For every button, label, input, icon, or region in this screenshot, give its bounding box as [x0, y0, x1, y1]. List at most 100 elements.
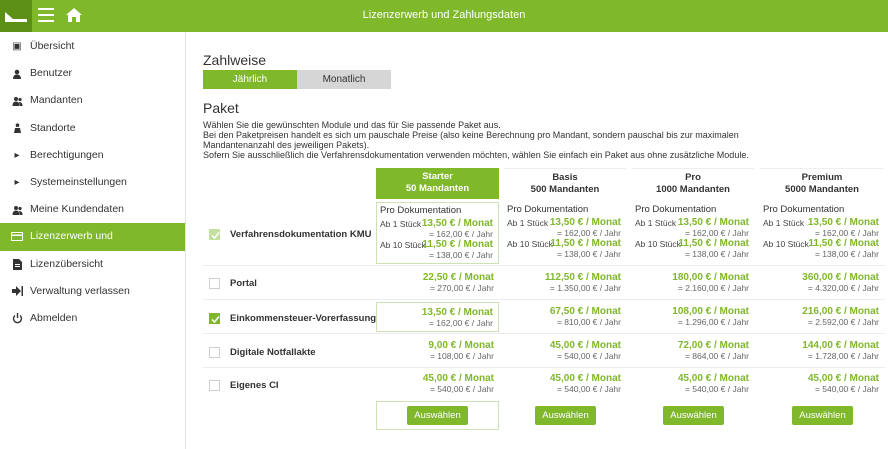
intro-line: Bei den Paketpreisen handelt es sich um …	[203, 130, 739, 140]
section-heading-paket: Paket	[203, 100, 239, 116]
sidebar-item-systemeinstellungen[interactable]: ▸ Systemeinstellungen	[0, 169, 185, 196]
select-starter-button[interactable]: Auswählen	[407, 406, 468, 425]
package-clients: 500 Mandanten	[530, 184, 600, 195]
package-header-premium: Premium 5000 Mandanten	[760, 168, 884, 199]
price-cell-starter: 45,00 € / Monat = 540,00 € / Jahr	[376, 370, 499, 398]
power-icon	[11, 305, 23, 332]
price-cell-pro: 45,00 € / Monat = 540,00 € / Jahr	[632, 370, 754, 398]
sidebar-item-label: Systemeinstellungen	[30, 175, 127, 188]
price-cell-basis: 45,00 € / Monat = 540,00 € / Jahr	[504, 370, 626, 398]
checkbox-einkommensteuer[interactable]	[209, 313, 220, 324]
sidebar-item-abmelden[interactable]: Abmelden	[0, 305, 185, 332]
sidebar-item-berechtigungen[interactable]: ▸ Berechtigungen	[0, 142, 185, 169]
select-cell-basis: Auswählen	[504, 401, 626, 430]
price-cell-pro: 180,00 € / Monat = 2.160,00 € / Jahr	[632, 268, 754, 298]
price-cell-starter: Pro Dokumentation Ab 1 Stück 13,50 € / M…	[376, 202, 499, 264]
customer-icon	[11, 196, 23, 223]
price-cell-premium: 216,00 € / Monat = 2.592,00 € / Jahr	[760, 302, 884, 332]
table-row-eigenes-ci: Eigenes CI 45,00 € / Monat = 540,00 € / J…	[203, 370, 885, 400]
sidebar-item-label: Meine Kundendaten	[30, 203, 124, 216]
doc-title: Pro Dokumentation	[635, 204, 717, 215]
select-premium-button[interactable]: Auswählen	[792, 406, 853, 425]
price-year: = 162,00 € / Jahr	[684, 228, 749, 238]
tier-label: Ab 1 Stück	[763, 218, 805, 228]
sidebar-item-standorte[interactable]: Standorte	[0, 115, 185, 142]
price-month: 67,50 € / Monat	[549, 306, 621, 317]
checkbox-notfallakte[interactable]	[209, 347, 220, 358]
package-header-basis: Basis 500 Mandanten	[504, 168, 626, 199]
price-month: 11,50 € / Monat	[550, 238, 621, 249]
sidebar-item-mandanten[interactable]: Mandanten	[0, 87, 185, 114]
price-month: 180,00 € / Monat	[672, 272, 749, 283]
table-row-portal: Portal 22,50 € / Monat = 270,00 € / Jahr …	[203, 268, 885, 300]
section-heading-zahlweise: Zahlweise	[203, 52, 267, 68]
chevron-right-icon: ▸	[14, 149, 20, 161]
select-pro-button[interactable]: Auswählen	[663, 406, 724, 425]
package-name: Premium	[801, 172, 843, 183]
price-cell-starter: 13,50 € / Monat = 162,00 € / Jahr	[376, 302, 499, 332]
user-icon	[11, 60, 23, 87]
price-month: 13,50 € / Monat	[421, 218, 493, 229]
price-cell-premium: 45,00 € / Monat = 540,00 € / Jahr	[760, 370, 884, 398]
price-cell-pro: 72,00 € / Monat = 864,00 € / Jahr	[632, 336, 754, 366]
price-month: 45,00 € / Monat	[549, 373, 621, 384]
sidebar-item-kundendaten[interactable]: Meine Kundendaten	[0, 196, 185, 223]
price-year: = 540,00 € / Jahr	[684, 384, 749, 394]
module-name: Portal	[230, 278, 257, 289]
price-year: = 2.160,00 € / Jahr	[677, 283, 749, 293]
price-year: = 162,00 € / Jahr	[814, 228, 879, 238]
price-year: = 540,00 € / Jahr	[556, 384, 621, 394]
location-icon	[11, 115, 23, 142]
sidebar-item-verwaltung-verlassen[interactable]: Verwaltung verlassen	[0, 278, 185, 305]
sidebar-item-label: Abmelden	[30, 311, 78, 324]
price-month: 45,00 € / Monat	[549, 340, 621, 351]
price-year: = 4.320,00 € / Jahr	[807, 283, 879, 293]
price-cell-starter: 22,50 € / Monat = 270,00 € / Jahr	[376, 268, 499, 298]
price-cell-pro: 108,00 € / Monat = 1.296,00 € / Jahr	[632, 302, 754, 332]
price-month: 108,00 € / Monat	[672, 306, 749, 317]
price-month: 13,50 € / Monat	[807, 217, 879, 228]
price-month: 9,00 € / Monat	[428, 340, 494, 351]
intro-line: Mandantenanzahl des jeweiligen Pakets).	[203, 140, 370, 150]
sidebar-item-benutzer[interactable]: Benutzer	[0, 60, 185, 87]
sidebar: ▣ Übersicht Benutzer Mandanten Standorte…	[0, 32, 186, 449]
sidebar-item-lizenzuebersicht[interactable]: Lizenzübersicht	[0, 251, 185, 278]
doc-title: Pro Dokumentation	[507, 204, 589, 215]
sidebar-item-uebersicht[interactable]: ▣ Übersicht	[0, 33, 185, 60]
price-year: = 162,00 € / Jahr	[428, 318, 493, 328]
checkbox-verfahrensdokumentation[interactable]	[209, 229, 220, 240]
price-month: 360,00 € / Monat	[802, 272, 879, 283]
toggle-monthly[interactable]: Monatlich	[297, 70, 391, 89]
package-header-starter: Starter 50 Mandanten	[376, 168, 499, 199]
price-year: = 108,00 € / Jahr	[429, 351, 494, 361]
select-cell-premium: Auswählen	[760, 401, 884, 430]
price-year: = 540,00 € / Jahr	[556, 351, 621, 361]
price-cell-basis: 45,00 € / Monat = 540,00 € / Jahr	[504, 336, 626, 366]
tier-label: Ab 10 Stück	[380, 240, 426, 250]
sidebar-item-lizenzerwerb[interactable]: Lizenzerwerb und Zahlungsdaten	[0, 223, 185, 269]
tier-label: Ab 10 Stück	[763, 239, 809, 249]
sidebar-item-label: Standorte	[30, 121, 76, 134]
select-basis-button[interactable]: Auswählen	[535, 406, 596, 425]
credit-card-icon	[11, 223, 23, 250]
tier-label: Ab 1 Stück	[635, 218, 677, 228]
sidebar-item-label: Benutzer	[30, 67, 73, 80]
price-year: = 1.350,00 € / Jahr	[549, 283, 621, 293]
paket-intro: Wählen Sie die gewünschten Module und da…	[203, 120, 883, 160]
toggle-yearly[interactable]: Jährlich	[203, 70, 297, 89]
price-year: = 810,00 € / Jahr	[556, 317, 621, 327]
checkbox-eigenes-ci[interactable]	[209, 380, 220, 391]
tier-label: Ab 10 Stück	[507, 239, 553, 249]
package-name: Basis	[552, 172, 578, 183]
checkbox-portal[interactable]	[209, 278, 220, 289]
sidebar-item-label: Übersicht	[30, 40, 75, 52]
price-year: = 138,00 € / Jahr	[428, 250, 493, 260]
price-cell-starter: 9,00 € / Monat = 108,00 € / Jahr	[376, 336, 499, 366]
package-clients: 50 Mandanten	[405, 183, 470, 194]
package-name: Starter	[422, 171, 453, 182]
document-icon	[11, 251, 23, 278]
sidebar-item-label: Lizenzübersicht	[30, 257, 103, 270]
package-name: Pro	[685, 172, 701, 183]
doc-title: Pro Dokumentation	[380, 205, 462, 216]
payment-interval-toggle: Jährlich Monatlich	[203, 70, 391, 89]
